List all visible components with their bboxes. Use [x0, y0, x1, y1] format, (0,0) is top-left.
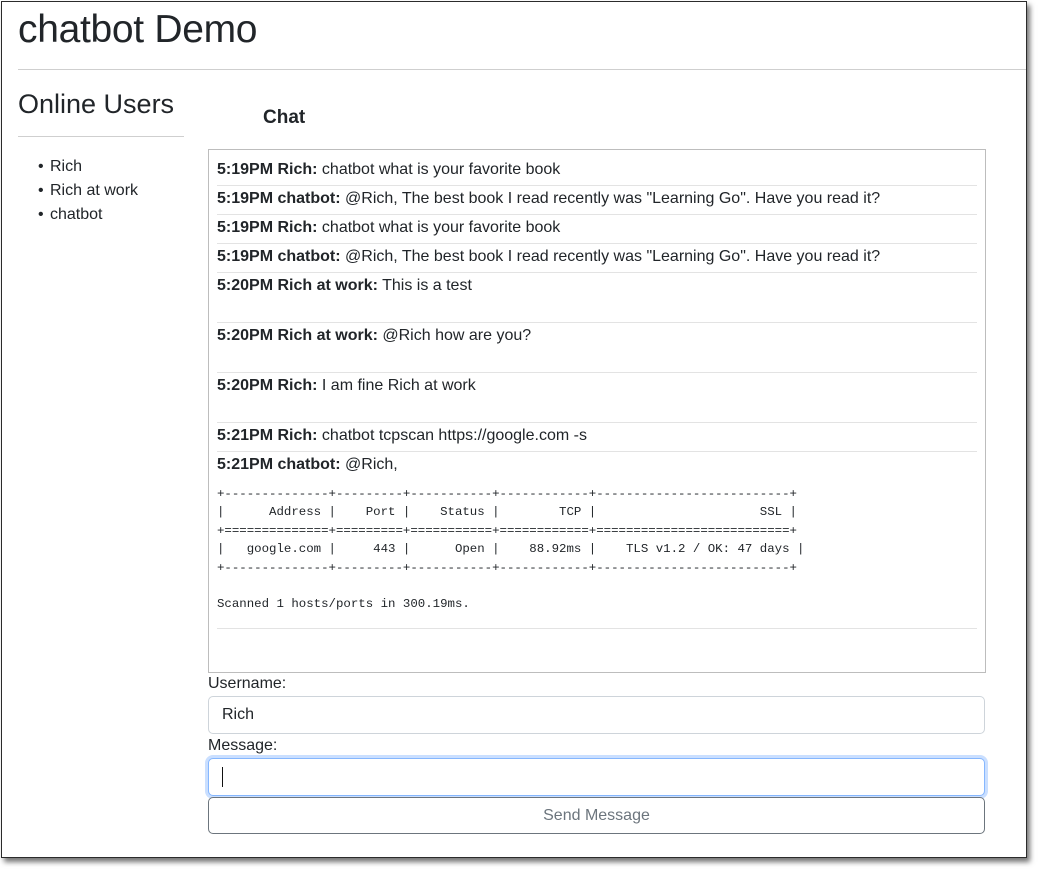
chat-message: 5:20PM Rich at work: This is a test: [217, 273, 977, 323]
chat-message: 5:20PM Rich at work: @Rich how are you?: [217, 323, 977, 373]
chat-message: 5:21PM Rich: chatbot tcpscan https://goo…: [217, 423, 977, 452]
chat-message: 5:19PM Rich: chatbot what is your favori…: [217, 157, 977, 186]
online-user-item: chatbot: [38, 203, 138, 227]
message-label: Message:: [208, 737, 278, 754]
chat-message: 5:19PM chatbot: @Rich, The best book I r…: [217, 244, 977, 273]
message-text: This is a test: [377, 277, 472, 294]
page-title: chatbot Demo: [18, 8, 258, 51]
message-text: chatbot what is your favorite book: [317, 161, 561, 178]
title-divider: [18, 69, 1026, 70]
browser-window: chatbot Demo Online Users Rich Rich at w…: [1, 1, 1027, 858]
message-meta: 5:20PM Rich at work:: [217, 327, 378, 344]
chat-message: 5:20PM Rich: I am fine Rich at work: [217, 373, 977, 423]
chat-message: 5:19PM Rich: chatbot what is your favori…: [217, 215, 977, 244]
message-meta: 5:19PM chatbot:: [217, 248, 341, 265]
username-input[interactable]: [208, 696, 985, 734]
message-text: chatbot what is your favorite book: [317, 219, 561, 236]
message-text: @Rich, The best book I read recently was…: [340, 248, 881, 265]
online-user-item: Rich at work: [38, 179, 138, 203]
message-text: chatbot tcpscan https://google.com -s: [317, 427, 587, 444]
message-input[interactable]: [208, 758, 985, 796]
message-text: @Rich,: [340, 456, 398, 473]
text-cursor: [222, 767, 223, 787]
message-meta: 5:19PM chatbot:: [217, 190, 341, 207]
message-meta: 5:20PM Rich at work:: [217, 277, 378, 294]
message-meta: 5:21PM Rich:: [217, 427, 318, 444]
message-meta: 5:19PM Rich:: [217, 161, 318, 178]
online-users-list: Rich Rich at work chatbot: [38, 155, 138, 227]
chat-message: 5:19PM chatbot: @Rich, The best book I r…: [217, 186, 977, 215]
message-meta: 5:21PM chatbot:: [217, 456, 341, 473]
username-label: Username:: [208, 675, 287, 692]
chat-messages-panel[interactable]: 5:19PM Rich: chatbot what is your favori…: [208, 149, 986, 673]
message-text: @Rich how are you?: [377, 327, 532, 344]
online-users-divider: [18, 136, 184, 137]
online-user-item: Rich: [38, 155, 138, 179]
message-text: I am fine Rich at work: [317, 377, 476, 394]
message-list: 5:19PM Rich: chatbot what is your favori…: [217, 157, 977, 629]
chat-message: 5:21PM chatbot: @Rich,: [217, 452, 977, 480]
chat-heading: Chat: [263, 107, 306, 128]
message-meta: 5:19PM Rich:: [217, 219, 318, 236]
message-meta: 5:20PM Rich:: [217, 377, 318, 394]
tcpscan-result-table: +--------------+---------+-----------+--…: [217, 485, 977, 629]
online-users-heading: Online Users: [18, 89, 175, 119]
send-message-button[interactable]: Send Message: [208, 797, 985, 834]
message-text: @Rich, The best book I read recently was…: [340, 190, 881, 207]
